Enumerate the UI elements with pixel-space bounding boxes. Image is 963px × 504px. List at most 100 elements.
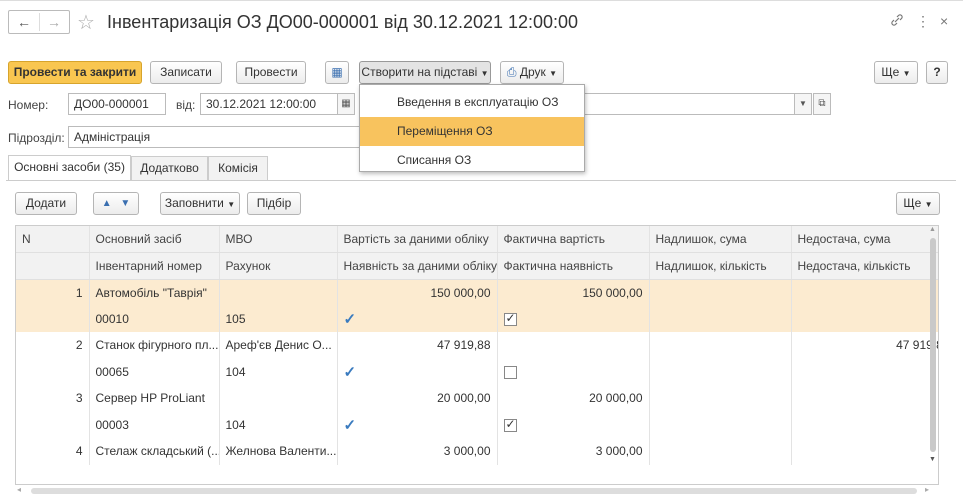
vertical-scrollbar[interactable]: ▲ ▼ (928, 226, 938, 484)
close-icon[interactable]: × (940, 13, 948, 29)
menu-item-commissioning[interactable]: Введення в експлуатацію ОЗ (360, 88, 584, 117)
print-label: Друк (519, 65, 546, 79)
column-header[interactable] (16, 252, 90, 280)
table-row-secondary[interactable]: 00010 105 ✓ (16, 305, 938, 332)
post-and-close-button[interactable]: Провести та закрити (8, 61, 142, 84)
column-header[interactable]: N (16, 226, 90, 253)
table-cell[interactable]: Автомобіль "Таврія" (89, 279, 220, 306)
table-cell[interactable]: 20 000,00 (497, 385, 650, 412)
table-header-row: Інвентарний номер Рахунок Наявність за дан… (16, 252, 938, 280)
date-field[interactable]: 30.12.2021 12:00:00 (200, 93, 338, 115)
more-menu-icon[interactable]: ⋮ (916, 13, 930, 30)
table-cell[interactable] (791, 279, 938, 306)
table-cell[interactable]: 105 (219, 305, 338, 332)
table-cell[interactable] (649, 279, 792, 306)
back-arrow-icon[interactable]: ← (17, 14, 31, 30)
column-header[interactable]: Недостача, кількість (791, 252, 938, 280)
tab-fixed-assets[interactable]: Основні засоби (35) (8, 155, 131, 181)
table-cell[interactable]: Ареф'єв Денис О... (219, 332, 338, 359)
table-cell[interactable]: 104 (219, 411, 338, 438)
forward-arrow-icon[interactable]: → (47, 14, 61, 30)
assets-table: N Основний засіб МВО Вартість за даними обл… (15, 225, 939, 485)
post-button[interactable]: Провести (236, 61, 306, 84)
table-cell[interactable] (791, 385, 938, 412)
table-row-secondary[interactable]: 00065 104 ✓ (16, 358, 938, 385)
move-up-icon[interactable]: ▲ (102, 198, 112, 209)
menu-item-write-off[interactable]: Списання ОЗ (360, 146, 584, 175)
move-down-icon[interactable]: ▼ (120, 198, 130, 209)
table-row[interactable]: 2 Станок фігурного пл... Ареф'єв Денис О..… (16, 332, 938, 359)
column-header[interactable]: МВО (219, 226, 338, 253)
table-cell[interactable]: 00010 (89, 305, 220, 332)
table-cell[interactable] (791, 438, 938, 465)
table-row[interactable]: 3 Сервер HP ProLiant 20 000,00 20 000,00 (16, 385, 938, 412)
menu-item-transfer[interactable]: Переміщення ОЗ (360, 117, 584, 146)
table-cell[interactable]: Желнова Валенти... (219, 438, 338, 465)
save-button[interactable]: Записати (150, 61, 222, 84)
number-field[interactable]: ДО00-000001 (68, 93, 166, 115)
table-cell[interactable]: 3 (16, 385, 90, 412)
chevron-down-icon: ▼ (549, 69, 558, 78)
column-header[interactable]: Надлишок, кількість (649, 252, 792, 280)
column-header[interactable]: Вартість за даними обліку (337, 226, 498, 253)
table-cell[interactable]: 1 (16, 279, 90, 306)
table-cell[interactable]: 3 000,00 (337, 438, 498, 465)
table-cell[interactable] (649, 438, 792, 465)
table-header-row: N Основний засіб МВО Вартість за даними обл… (16, 226, 938, 253)
division-field[interactable]: Адміністрація (68, 126, 360, 148)
table-cell[interactable] (649, 332, 792, 359)
table-cell[interactable]: 47 919,88 (791, 332, 938, 359)
table-cell[interactable]: 3 000,00 (497, 438, 650, 465)
actual-present-checkbox[interactable] (503, 417, 517, 432)
fill-button[interactable]: Заповнити ▼ (160, 192, 240, 215)
column-header[interactable]: Основний засіб (89, 226, 220, 253)
table-cell[interactable]: 150 000,00 (497, 279, 650, 306)
table-cell[interactable]: 150 000,00 (337, 279, 498, 306)
print-button[interactable]: ⎙ Друк ▼ (500, 61, 564, 84)
actual-present-checkbox[interactable] (503, 311, 517, 326)
organization-field[interactable]: во (559, 93, 795, 115)
tab-commission[interactable]: Комісія (208, 156, 268, 180)
table-cell (791, 411, 938, 438)
table-cell[interactable]: 00065 (89, 358, 220, 385)
table-cell[interactable] (219, 279, 338, 306)
column-header[interactable]: Наявність за даними обліку (337, 252, 498, 280)
favorite-star-icon[interactable]: ☆ (77, 10, 95, 35)
table-cell[interactable]: Станок фігурного пл... (89, 332, 220, 359)
table-cell[interactable]: Сервер HP ProLiant (89, 385, 220, 412)
column-header[interactable]: Рахунок (219, 252, 338, 280)
table-cell[interactable]: 2 (16, 332, 90, 359)
table-row[interactable]: 4 Стелаж складський (... Желнова Валенти..… (16, 438, 938, 465)
table-cell[interactable] (219, 385, 338, 412)
chevron-down-icon: ▼ (227, 200, 236, 209)
table-cell[interactable]: 00003 (89, 411, 220, 438)
table-cell[interactable]: 47 919,88 (337, 332, 498, 359)
chevron-down-icon[interactable]: ▼ (794, 93, 812, 115)
table-cell[interactable] (649, 385, 792, 412)
calendar-icon[interactable]: ▦ (337, 93, 355, 115)
table-cell[interactable]: Стелаж складський (... (89, 438, 220, 465)
link-icon[interactable] (890, 13, 904, 30)
actual-present-checkbox[interactable] (503, 365, 517, 379)
table-cell[interactable] (497, 332, 650, 359)
open-icon[interactable]: ⧉ (813, 93, 831, 115)
more-button[interactable]: Ще ▼ (874, 61, 918, 84)
help-button[interactable]: ? (926, 61, 948, 84)
table-more-button[interactable]: Ще ▼ (896, 192, 940, 215)
horizontal-scrollbar[interactable]: ◂ ▸ (17, 485, 937, 495)
column-header[interactable]: Надлишок, сума (649, 226, 792, 253)
create-based-on-button[interactable]: Створити на підставі ▼ (359, 61, 491, 84)
column-header[interactable]: Недостача, сума (791, 226, 938, 253)
column-header[interactable]: Інвентарний номер (89, 252, 220, 280)
table-cell[interactable]: 20 000,00 (337, 385, 498, 412)
column-header[interactable]: Фактична наявність (497, 252, 650, 280)
structure-icon[interactable]: ▦ (325, 61, 349, 84)
tab-additional[interactable]: Додатково (131, 156, 208, 180)
column-header[interactable]: Фактична вартість (497, 226, 650, 253)
table-cell[interactable]: 104 (219, 358, 338, 385)
add-row-button[interactable]: Додати (15, 192, 77, 215)
table-row-secondary[interactable]: 00003 104 ✓ (16, 411, 938, 438)
table-row[interactable]: 1 Автомобіль "Таврія" 150 000,00 150 000,00 (16, 279, 938, 306)
table-cell[interactable]: 4 (16, 438, 90, 465)
pick-button[interactable]: Підбір (247, 192, 301, 215)
